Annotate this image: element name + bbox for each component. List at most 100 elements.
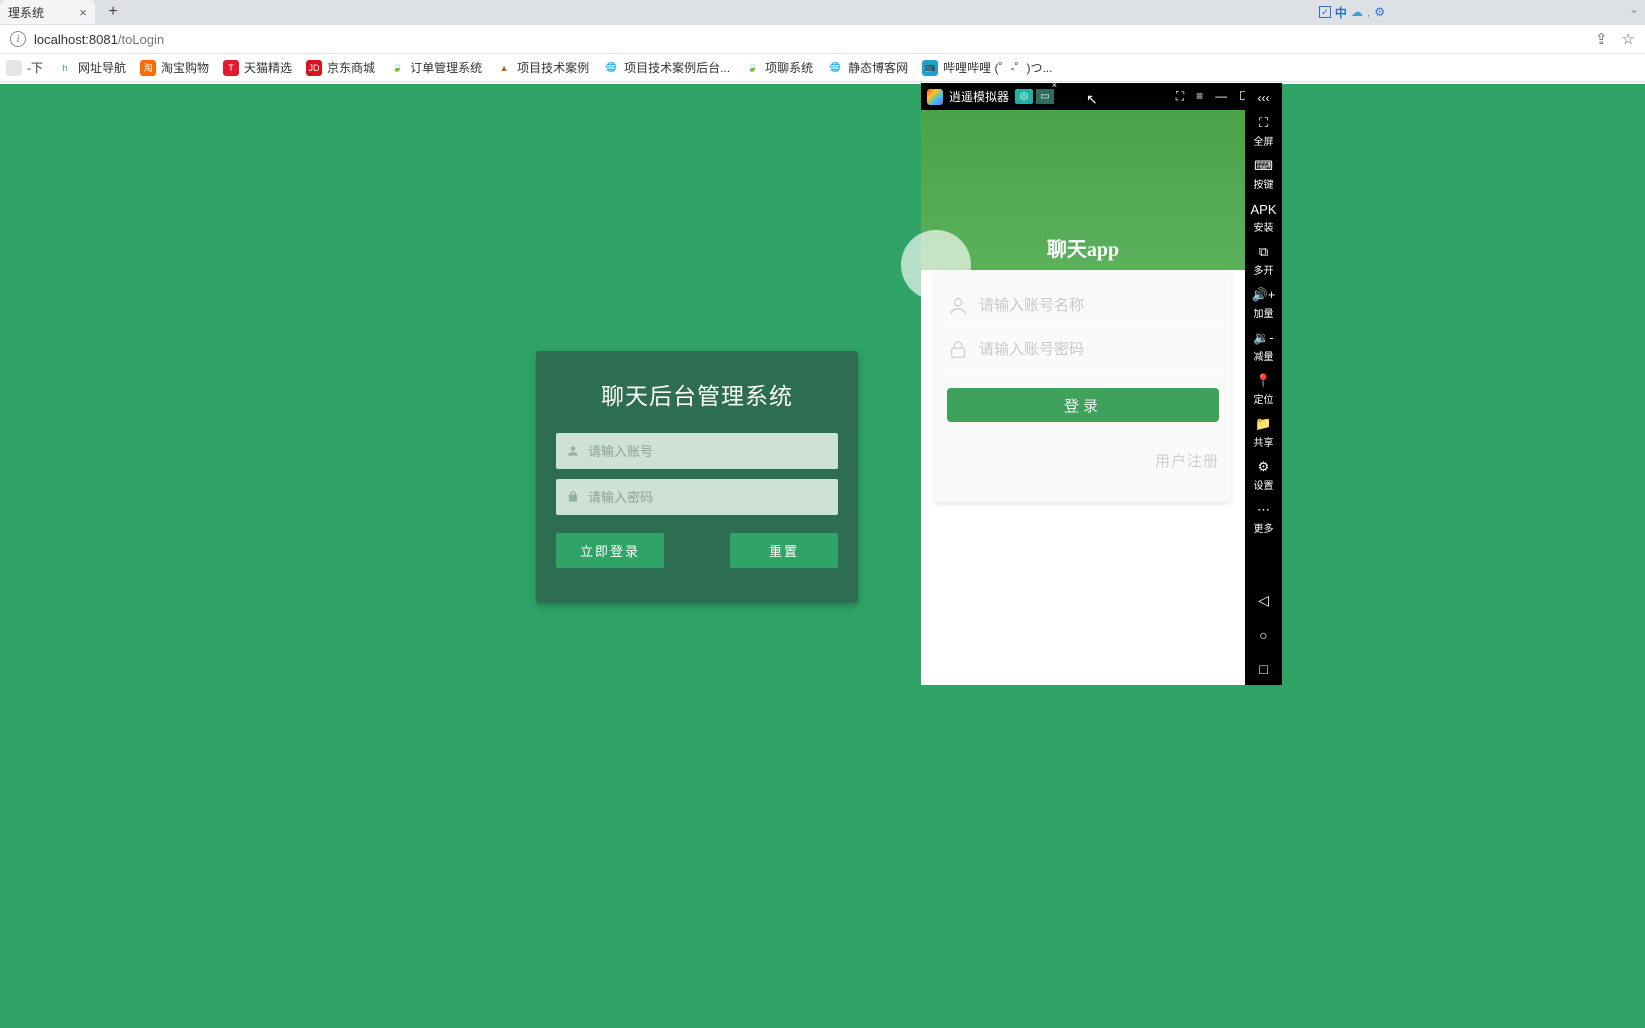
bookmark-icon: 📺 (922, 60, 938, 76)
bookmark-item[interactable]: 淘淘宝购物 (140, 59, 209, 76)
emulator-tab-a[interactable]: ◎ (1015, 89, 1033, 104)
bookmark-label: 网址导航 (78, 59, 126, 76)
bookmark-item[interactable]: ▲项目技术案例 (496, 59, 589, 76)
app-title: 聊天app (921, 233, 1245, 262)
side-label: 更多 (1254, 520, 1274, 535)
emulator-title: 逍遥模拟器 (949, 88, 1009, 105)
android-recents-icon[interactable]: □ (1259, 661, 1267, 677)
side-icon: 🔊+ (1252, 287, 1276, 303)
emulator-side-item[interactable]: 🔉- 减量 (1253, 328, 1274, 365)
app-username-input[interactable] (979, 297, 1219, 314)
side-label: 减量 (1253, 348, 1273, 363)
bookmark-label: 项聊系统 (765, 59, 813, 76)
side-label: 定位 (1254, 391, 1274, 406)
bookmark-icon: h (57, 60, 73, 76)
side-label: 加量 (1254, 305, 1274, 320)
bookmark-item[interactable]: 🍃 项聊系统 (744, 59, 813, 76)
system-tray: ✓ 中 ☁ , ⚙ (1319, 0, 1385, 24)
emulator-screen: 聊天app 登录 用户注册 (921, 110, 1245, 685)
cursor-icon: ↖ (1086, 91, 1098, 108)
bookmark-bar: -下h网址导航淘淘宝购物T天猫精选JD京东商城🍃订单管理系统▲项目技术案例🌐项目… (0, 54, 1645, 82)
emulator-side-item[interactable]: APK 安装 (1250, 199, 1276, 236)
bookmark-label: 订单管理系统 (410, 59, 482, 76)
bookmark-label: 项目技术案例 (517, 59, 589, 76)
address-bar: i localhost:8081/toLogin ⇪ ☆ (0, 24, 1645, 54)
password-field[interactable] (556, 479, 838, 515)
side-icon: ⛶ (1259, 115, 1268, 131)
side-icon: ⚙ (1258, 459, 1270, 475)
new-tab-button[interactable]: + (101, 2, 125, 22)
bookmark-icon: 🍃 (744, 60, 760, 76)
url-display[interactable]: localhost:8081/toLogin (34, 32, 164, 47)
chevron-down-icon[interactable]: ⌄ (1629, 2, 1639, 16)
side-icon: APK (1250, 201, 1276, 217)
side-label: 安装 (1253, 219, 1273, 234)
side-icon: ⋯ (1257, 502, 1270, 518)
lock-icon (566, 490, 580, 504)
bookmark-label: 淘宝购物 (161, 59, 209, 76)
minimize-icon[interactable]: — (1215, 89, 1227, 104)
bookmark-label: 京东商城 (327, 59, 375, 76)
app-register-link[interactable]: 用户注册 (947, 450, 1219, 471)
browser-tab[interactable]: 理系统 × (0, 0, 95, 24)
fullscreen-icon[interactable]: ⛶ (1176, 89, 1184, 104)
bookmark-label: -下 (27, 59, 43, 76)
bookmark-item[interactable]: T 天猫精选 (223, 59, 292, 76)
app-username-field[interactable] (947, 284, 1219, 328)
account-field[interactable] (556, 433, 838, 469)
emulator-side-item[interactable]: ⌨ 按键 (1254, 156, 1274, 193)
emulator-tab-b[interactable]: ▭ (1036, 89, 1054, 104)
emulator-titlebar[interactable]: 逍遥模拟器 ◎ ▭ ↖ ⛶ ≡ — ☐ ✕ (921, 83, 1282, 110)
share-icon[interactable]: ⇪ (1595, 30, 1608, 48)
favorite-icon[interactable]: ☆ (1622, 30, 1635, 48)
android-back-icon[interactable]: ◁ (1258, 592, 1269, 609)
bookmark-label: 项目技术案例后台... (624, 59, 730, 76)
emulator-side-item[interactable]: 🔊+ 加量 (1252, 285, 1276, 322)
ime-indicator[interactable]: 中 (1335, 4, 1347, 21)
bookmark-item[interactable]: -下 (6, 59, 43, 76)
reset-button[interactable]: 重置 (730, 533, 838, 568)
bookmark-item[interactable]: JD京东商城 (306, 59, 375, 76)
collapse-icon[interactable]: ‹‹‹ (1245, 91, 1282, 105)
side-label: 多开 (1254, 262, 1274, 277)
browser-tab-bar: 理系统 × + ✓ 中 ☁ , ⚙ ⌄ (0, 0, 1645, 24)
password-input[interactable] (588, 490, 828, 505)
bookmark-item[interactable]: h 网址导航 (57, 59, 126, 76)
account-input[interactable] (588, 444, 828, 459)
bookmark-item[interactable]: 🌐项目技术案例后台... (603, 59, 730, 76)
app-login-button[interactable]: 登录 (947, 388, 1219, 422)
app-login-form: 登录 用户注册 (935, 270, 1231, 502)
login-card: 聊天后台管理系统 立即登录 重置 (536, 351, 858, 603)
android-home-icon[interactable]: ○ (1259, 627, 1267, 643)
emulator-side-item[interactable]: ⋯ 更多 (1254, 500, 1274, 537)
bookmark-icon (6, 60, 22, 76)
emulator-side-item[interactable]: 📍 定位 (1254, 371, 1274, 408)
emulator-side-item[interactable]: ⛶全屏 (1254, 113, 1274, 150)
gear-icon[interactable]: ⚙ (1374, 5, 1385, 19)
close-icon[interactable]: × (79, 5, 87, 20)
login-button[interactable]: 立即登录 (556, 533, 664, 568)
emulator-window: 逍遥模拟器 ◎ ▭ ↖ ⛶ ≡ — ☐ ✕ 聊天app 登录 (921, 83, 1282, 685)
side-icon: 📍 (1255, 373, 1271, 389)
emulator-side-item[interactable]: 📁共享 (1254, 414, 1274, 451)
side-label: 设置 (1254, 477, 1274, 492)
emulator-side-item[interactable]: ⧉ 多开 (1254, 242, 1274, 279)
bookmark-item[interactable]: 🌐静态博客网 (827, 59, 908, 76)
bookmark-item[interactable]: 🍃订单管理系统 (389, 59, 482, 76)
side-label: 按键 (1254, 176, 1274, 191)
side-icon: ⌨ (1254, 158, 1273, 174)
menu-icon[interactable]: ≡ (1196, 89, 1203, 104)
emulator-side-item[interactable]: ⚙ 设置 (1254, 457, 1274, 494)
app-password-input[interactable] (979, 341, 1219, 358)
page-body: 聊天后台管理系统 立即登录 重置 (0, 84, 1645, 1028)
lock-icon (947, 339, 969, 361)
bookmark-item[interactable]: 📺哔哩哔哩 (゜-゜)つ... (922, 59, 1052, 76)
bookmark-icon: 淘 (140, 60, 156, 76)
side-icon: ⧉ (1259, 244, 1268, 260)
app-password-field[interactable] (947, 328, 1219, 372)
bookmark-icon: T (223, 60, 239, 76)
bookmark-label: 天猫精选 (244, 59, 292, 76)
site-info-icon[interactable]: i (10, 31, 26, 47)
side-icon: 🔉- (1253, 330, 1274, 346)
app-header: 聊天app (921, 110, 1245, 270)
